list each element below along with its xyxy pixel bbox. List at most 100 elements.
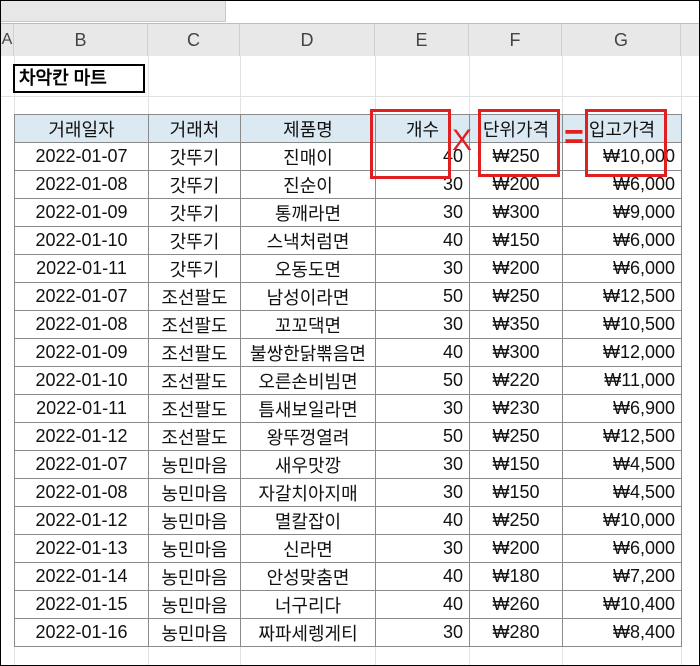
quantity-cell[interactable]: 40 — [375, 338, 470, 367]
vendor-cell[interactable]: 조선팔도 — [148, 282, 241, 311]
unit-price-cell[interactable]: ₩300 — [469, 338, 563, 367]
product-cell[interactable]: 너구리다 — [240, 590, 376, 619]
date-cell[interactable]: 2022-01-08 — [14, 310, 149, 339]
product-cell[interactable]: 안성맞춤면 — [240, 562, 376, 591]
purchase-price-cell[interactable]: ₩12,500 — [562, 282, 682, 311]
vendor-cell[interactable]: 농민마음 — [148, 450, 241, 479]
unit-price-cell[interactable]: ₩250 — [469, 282, 563, 311]
purchase-price-cell[interactable]: ₩10,000 — [562, 506, 682, 535]
quantity-cell[interactable]: 30 — [375, 618, 470, 647]
quantity-cell[interactable]: 40 — [375, 226, 470, 255]
unit-price-cell[interactable]: ₩280 — [469, 618, 563, 647]
product-cell[interactable]: 오동도면 — [240, 254, 376, 283]
product-cell[interactable]: 신라면 — [240, 534, 376, 563]
purchase-price-cell[interactable]: ₩6,000 — [562, 226, 682, 255]
purchase-price-cell[interactable]: ₩12,500 — [562, 422, 682, 451]
product-cell[interactable]: 멸칼잡이 — [240, 506, 376, 535]
unit-price-cell[interactable]: ₩150 — [469, 478, 563, 507]
date-cell[interactable]: 2022-01-12 — [14, 422, 149, 451]
product-cell[interactable]: 남성이라면 — [240, 282, 376, 311]
purchase-price-cell[interactable]: ₩4,500 — [562, 450, 682, 479]
quantity-cell[interactable]: 30 — [375, 534, 470, 563]
unit-price-cell[interactable]: ₩200 — [469, 534, 563, 563]
unit-price-cell[interactable]: ₩200 — [469, 254, 563, 283]
date-cell[interactable]: 2022-01-07 — [14, 142, 149, 171]
date-cell[interactable]: 2022-01-07 — [14, 282, 149, 311]
date-cell[interactable]: 2022-01-09 — [14, 198, 149, 227]
product-cell[interactable]: 틈새보일라면 — [240, 394, 376, 423]
column-header-b[interactable]: B — [14, 24, 148, 56]
date-cell[interactable]: 2022-01-07 — [14, 450, 149, 479]
purchase-price-cell[interactable]: ₩10,500 — [562, 310, 682, 339]
vendor-cell[interactable]: 갓뚜기 — [148, 198, 241, 227]
vendor-cell[interactable]: 갓뚜기 — [148, 226, 241, 255]
unit-price-cell[interactable]: ₩150 — [469, 450, 563, 479]
purchase-price-cell[interactable]: ₩8,400 — [562, 618, 682, 647]
purchase-price-cell[interactable]: ₩12,000 — [562, 338, 682, 367]
quantity-cell[interactable]: 30 — [375, 310, 470, 339]
purchase-price-cell[interactable]: ₩11,000 — [562, 366, 682, 395]
product-cell[interactable]: 짜파세렝게티 — [240, 618, 376, 647]
vendor-cell[interactable]: 조선팔도 — [148, 394, 241, 423]
product-cell[interactable]: 새우맛깡 — [240, 450, 376, 479]
product-cell[interactable]: 왕뚜껑열려 — [240, 422, 376, 451]
vendor-cell[interactable]: 갓뚜기 — [148, 170, 241, 199]
quantity-cell[interactable]: 30 — [375, 198, 470, 227]
date-cell[interactable]: 2022-01-14 — [14, 562, 149, 591]
unit-price-cell[interactable]: ₩350 — [469, 310, 563, 339]
purchase-price-cell[interactable]: ₩10,400 — [562, 590, 682, 619]
column-header-e[interactable]: E — [375, 24, 469, 56]
vendor-cell[interactable]: 조선팔도 — [148, 366, 241, 395]
purchase-price-cell[interactable]: ₩6,000 — [562, 534, 682, 563]
date-cell[interactable]: 2022-01-11 — [14, 254, 149, 283]
purchase-price-cell[interactable]: ₩4,500 — [562, 478, 682, 507]
quantity-cell[interactable]: 40 — [375, 590, 470, 619]
vendor-cell[interactable]: 농민마음 — [148, 534, 241, 563]
header-vendor[interactable]: 거래처 — [148, 114, 241, 143]
date-cell[interactable]: 2022-01-11 — [14, 394, 149, 423]
vendor-cell[interactable]: 갓뚜기 — [148, 254, 241, 283]
unit-price-cell[interactable]: ₩300 — [469, 198, 563, 227]
date-cell[interactable]: 2022-01-12 — [14, 506, 149, 535]
product-cell[interactable]: 진매이 — [240, 142, 376, 171]
quantity-cell[interactable]: 50 — [375, 366, 470, 395]
vendor-cell[interactable]: 농민마음 — [148, 506, 241, 535]
vendor-cell[interactable]: 농민마음 — [148, 562, 241, 591]
purchase-price-cell[interactable]: ₩6,900 — [562, 394, 682, 423]
date-cell[interactable]: 2022-01-10 — [14, 366, 149, 395]
vendor-cell[interactable]: 조선팔도 — [148, 422, 241, 451]
quantity-cell[interactable]: 40 — [375, 506, 470, 535]
header-date[interactable]: 거래일자 — [14, 114, 149, 143]
unit-price-cell[interactable]: ₩230 — [469, 394, 563, 423]
vendor-cell[interactable]: 갓뚜기 — [148, 142, 241, 171]
quantity-cell[interactable]: 40 — [375, 562, 470, 591]
column-header-c[interactable]: C — [148, 24, 240, 56]
header-product[interactable]: 제품명 — [240, 114, 376, 143]
product-cell[interactable]: 스낵처럼면 — [240, 226, 376, 255]
unit-price-cell[interactable]: ₩150 — [469, 226, 563, 255]
purchase-price-cell[interactable]: ₩7,200 — [562, 562, 682, 591]
purchase-price-cell[interactable]: ₩6,000 — [562, 254, 682, 283]
unit-price-cell[interactable]: ₩250 — [469, 422, 563, 451]
product-cell[interactable]: 진순이 — [240, 170, 376, 199]
date-cell[interactable]: 2022-01-13 — [14, 534, 149, 563]
quantity-cell[interactable]: 50 — [375, 422, 470, 451]
column-header-d[interactable]: D — [240, 24, 375, 56]
quantity-cell[interactable]: 30 — [375, 254, 470, 283]
vendor-cell[interactable]: 조선팔도 — [148, 338, 241, 367]
product-cell[interactable]: 통깨라면 — [240, 198, 376, 227]
date-cell[interactable]: 2022-01-15 — [14, 590, 149, 619]
product-cell[interactable]: 꼬꼬댁면 — [240, 310, 376, 339]
date-cell[interactable]: 2022-01-10 — [14, 226, 149, 255]
column-header-f[interactable]: F — [469, 24, 562, 56]
product-cell[interactable]: 오른손비빔면 — [240, 366, 376, 395]
product-cell[interactable]: 자갈치아지매 — [240, 478, 376, 507]
quantity-cell[interactable]: 50 — [375, 282, 470, 311]
column-header-a[interactable]: A — [1, 24, 14, 56]
unit-price-cell[interactable]: ₩180 — [469, 562, 563, 591]
unit-price-cell[interactable]: ₩260 — [469, 590, 563, 619]
product-cell[interactable]: 불쌍한닭뽂음면 — [240, 338, 376, 367]
name-box[interactable] — [1, 1, 226, 22]
vendor-cell[interactable]: 농민마음 — [148, 478, 241, 507]
quantity-cell[interactable]: 30 — [375, 394, 470, 423]
